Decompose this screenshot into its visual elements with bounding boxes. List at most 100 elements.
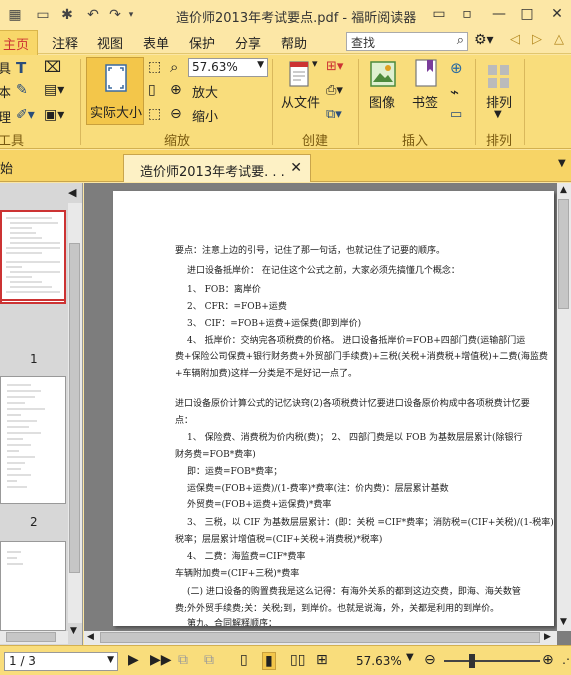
page-thumbnail[interactable] <box>0 541 66 631</box>
continuous-facing-icon[interactable]: ⊞ <box>316 652 328 668</box>
single-page-icon[interactable]: ▯ <box>240 652 248 668</box>
close-button[interactable]: ✕ <box>546 4 568 24</box>
document-scrollbar[interactable]: ▲ ▼ <box>557 183 571 631</box>
next-page-icon[interactable]: ▶ <box>128 652 139 668</box>
settings-icon[interactable]: ⚙▾ <box>474 32 494 48</box>
menu-home[interactable]: 主页 <box>0 30 39 55</box>
fit-width-icon[interactable]: ▯ <box>148 82 156 98</box>
scroll-down-icon[interactable]: ▼ <box>70 626 77 636</box>
divider <box>475 59 476 145</box>
menu-protect[interactable]: 保护 <box>189 33 215 52</box>
bookmark-button[interactable]: 书签 <box>412 92 438 111</box>
menu-view[interactable]: 视图 <box>97 33 123 52</box>
fit-page-icon[interactable]: ⬚ <box>148 59 161 75</box>
restore-icon[interactable]: ▫ <box>456 4 478 24</box>
close-icon[interactable]: ✕ <box>290 160 302 176</box>
next-view-icon[interactable]: ⧉ <box>204 652 214 668</box>
ribbon-toggle-icon[interactable]: ▭ <box>428 4 450 24</box>
link-globe-icon[interactable]: ⊕ <box>450 59 463 77</box>
zoom-dropdown-icon[interactable]: ▼ <box>406 652 414 663</box>
zoom-slider[interactable] <box>444 660 540 662</box>
grid-icon[interactable]: ▦ <box>6 6 24 24</box>
quick-access-dropdown-icon[interactable]: ▾ <box>122 6 140 24</box>
from-file-button[interactable]: 从文件 <box>281 92 320 111</box>
thumbnail-label: 1 <box>30 352 38 366</box>
document-hscrollbar[interactable]: ◀ ▶ <box>84 631 557 645</box>
camera-icon[interactable]: ⌧ <box>44 58 61 76</box>
up-icon[interactable]: △ <box>554 32 564 47</box>
page-thumbnail[interactable] <box>0 376 66 504</box>
zoom-dropdown[interactable]: 57.63% ▼ <box>188 58 268 77</box>
undo-icon[interactable]: ↶ <box>84 6 102 24</box>
page-text-line: +车辆附加费)这样一分类是不是好记一点了。 <box>175 369 358 379</box>
page-number-input[interactable]: 1 / 3 ▼ <box>4 652 118 671</box>
ribbon-tool-label-2[interactable]: 本 <box>0 82 11 101</box>
thumbnail-hscrollbar[interactable] <box>0 631 68 644</box>
hscroll-thumb[interactable] <box>100 632 540 643</box>
attachment-icon[interactable]: ⌁ <box>450 83 459 101</box>
collapse-panel-icon[interactable]: ◀ <box>68 186 76 199</box>
scroll-down-icon[interactable]: ▼ <box>560 617 567 627</box>
search-input[interactable]: 查找 ⌕ <box>346 32 468 51</box>
from-file-dropdown-icon[interactable]: ▾ <box>312 57 318 70</box>
zoom-in-icon[interactable]: ⊕ <box>542 652 554 668</box>
last-page-icon[interactable]: ▶▶ <box>150 652 172 668</box>
image-icon[interactable] <box>369 60 397 88</box>
actual-size-button[interactable]: 实际大小 <box>86 57 144 125</box>
media-icon[interactable]: ▭ <box>450 107 462 122</box>
maximize-button[interactable]: □ <box>516 4 538 24</box>
menu-form[interactable]: 表单 <box>143 33 169 52</box>
layout-icon[interactable]: ▣▾ <box>44 107 64 123</box>
zoom-icon[interactable]: ⌕ <box>170 58 178 76</box>
hscroll-thumb[interactable] <box>6 632 56 642</box>
window-title: 造价师2013年考试要点.pdf - 福昕阅读器 <box>176 11 417 26</box>
zoom-out-icon[interactable]: ⊖ <box>424 652 436 668</box>
page-text-line: 1、 FOB：离岸价 <box>187 285 261 295</box>
zoom-slider-handle[interactable] <box>469 654 475 668</box>
back-icon[interactable]: ◁ <box>510 32 520 47</box>
zoom-in-button[interactable]: 放大 <box>192 82 218 101</box>
tab-start[interactable]: 始 <box>0 158 13 177</box>
page-thumbnail[interactable] <box>0 210 66 304</box>
continuous-page-icon[interactable]: ▮ <box>262 652 276 670</box>
create-clipboard-icon[interactable]: ⧉▾ <box>326 107 342 122</box>
thumbnail-scrollbar[interactable] <box>68 203 82 623</box>
scroll-thumb[interactable] <box>69 243 80 573</box>
typewriter-icon[interactable]: T <box>16 59 26 77</box>
scroll-left-icon[interactable]: ◀ <box>87 632 94 642</box>
create-scan-icon[interactable]: ⎙▾ <box>326 83 343 98</box>
divider <box>80 59 81 145</box>
edit-icon[interactable]: ✎ <box>16 82 28 98</box>
arrange-dropdown-icon[interactable]: ▼ <box>494 109 502 120</box>
menu-share[interactable]: 分享 <box>235 33 261 52</box>
scroll-right-icon[interactable]: ▶ <box>544 632 551 642</box>
facing-page-icon[interactable]: ▯▯ <box>290 652 305 668</box>
menu-comment[interactable]: 注释 <box>52 33 78 52</box>
arrange-icon[interactable] <box>486 63 512 91</box>
minimize-button[interactable]: — <box>488 4 510 24</box>
from-file-icon[interactable] <box>287 60 311 90</box>
create-blank-icon[interactable]: ⊞▾ <box>326 59 343 74</box>
search-icon[interactable]: ⌕ <box>457 33 464 48</box>
zoom-in-icon[interactable]: ⊕ <box>170 82 182 98</box>
tab-list-dropdown-icon[interactable]: ▼ <box>558 158 566 169</box>
open-icon[interactable]: ▭ <box>34 6 52 24</box>
ribbon-tool-label-3[interactable]: 理 <box>0 107 11 126</box>
scroll-up-icon[interactable]: ▲ <box>560 185 567 195</box>
search-field-value: 查找 <box>351 36 376 50</box>
previous-view-icon[interactable]: ⧉ <box>178 652 188 668</box>
new-icon[interactable]: ✱ <box>58 6 76 24</box>
scroll-thumb[interactable] <box>558 199 569 309</box>
menu-help[interactable]: 帮助 <box>281 33 307 52</box>
forward-icon[interactable]: ▷ <box>532 32 542 47</box>
brush-icon[interactable]: ✐▾ <box>16 107 35 123</box>
fit-visible-icon[interactable]: ⬚ <box>148 106 161 122</box>
bookmark-icon[interactable] <box>414 58 438 88</box>
tab-document[interactable]: 造价师2013年考试要. . . ✕ <box>123 154 311 182</box>
ribbon-tool-label-1[interactable]: 具 <box>0 58 11 77</box>
image-button[interactable]: 图像 <box>369 92 395 111</box>
clipboard-icon[interactable]: ▤▾ <box>44 82 64 98</box>
zoom-out-button[interactable]: 缩小 <box>192 106 218 125</box>
tab-strip: 始 造价师2013年考试要. . . ✕ ▼ <box>0 150 571 182</box>
zoom-out-icon[interactable]: ⊖ <box>170 106 182 122</box>
